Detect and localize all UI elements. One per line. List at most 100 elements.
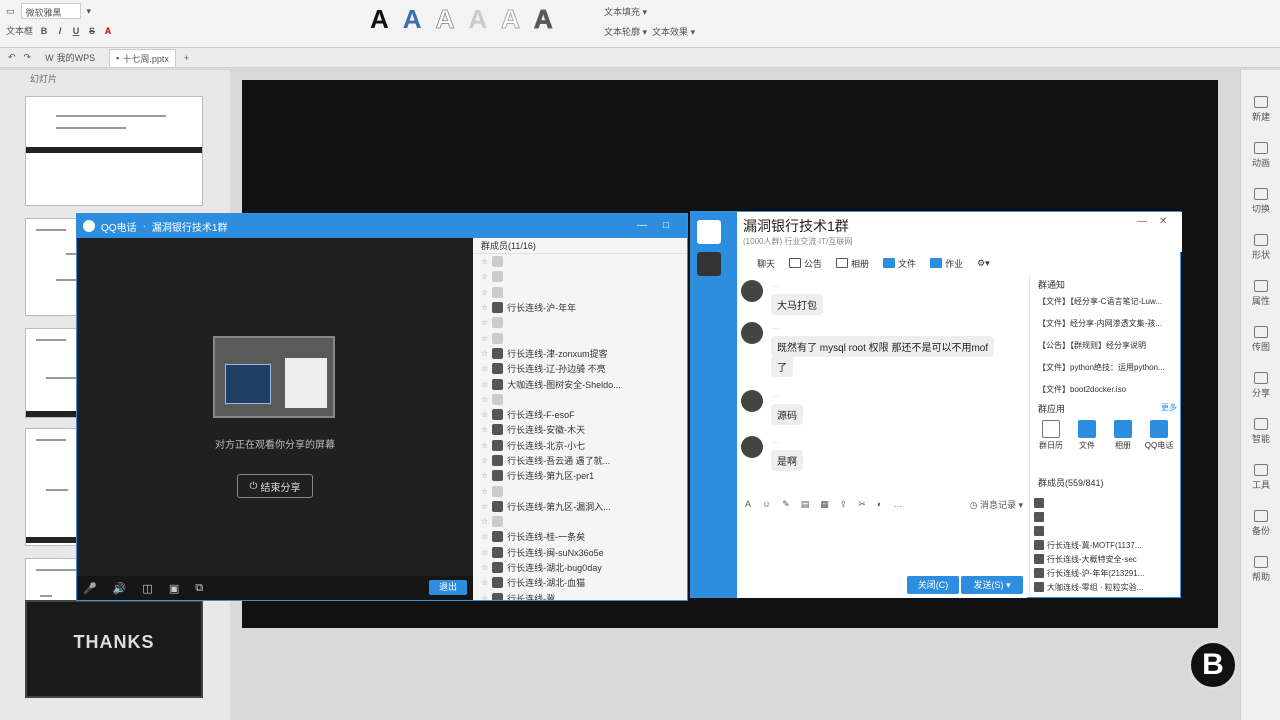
image-icon[interactable]: ▦ xyxy=(820,499,829,510)
star-icon[interactable]: ☆ xyxy=(481,395,488,404)
rail-item[interactable]: 分享 xyxy=(1245,372,1277,399)
member-row[interactable]: ☆ 行长连线-津-zonxum提客 xyxy=(473,346,687,361)
avatar[interactable] xyxy=(741,280,763,302)
member-row[interactable]: ☆ 行长连线-第九区-漏洞入... xyxy=(473,499,687,514)
tab-homework[interactable]: 作业 xyxy=(930,257,963,270)
notice-item[interactable]: 【文件】boot2docker.iso xyxy=(1038,384,1178,395)
rail-item[interactable]: 切换 xyxy=(1245,188,1277,215)
thumbnail-panel-tab[interactable]: 幻灯片 xyxy=(30,72,57,85)
member-row[interactable]: ☆ 行长连线-第九区-per1 xyxy=(473,468,687,483)
close-chat-button[interactable]: 关闭(C) xyxy=(907,576,959,594)
exit-call-button[interactable]: 退出 xyxy=(429,580,467,595)
member-row[interactable]: ☆ 行长连线-闽-suNx36o5e xyxy=(473,545,687,560)
rail-item[interactable]: 智能 xyxy=(1245,418,1277,445)
star-icon[interactable]: ☆ xyxy=(481,563,488,572)
tab-album[interactable]: 相册 xyxy=(836,257,869,270)
member-row[interactable]: ☆ 行长连线-安徽-木天 xyxy=(473,422,687,437)
new-tab-button[interactable]: + xyxy=(184,53,189,63)
star-icon[interactable]: ☆ xyxy=(481,471,488,480)
rail-item[interactable]: 新建 xyxy=(1245,96,1277,123)
wordart-style-2[interactable]: A xyxy=(403,4,422,34)
member-row[interactable]: ☆ xyxy=(473,392,687,407)
screen-share-icon[interactable]: ▣ xyxy=(169,582,179,595)
avatar[interactable] xyxy=(741,436,763,458)
screenshot-icon[interactable]: ✂ xyxy=(858,499,866,510)
wordart-style-3[interactable]: A xyxy=(435,4,455,35)
star-icon[interactable]: ☆ xyxy=(481,517,488,526)
maximize-icon[interactable]: □ xyxy=(663,220,669,231)
member-row[interactable]: ☆ 行长连线-辽-孙边骑 不亮 xyxy=(473,361,687,376)
tab-announcement[interactable]: 公告 xyxy=(789,257,822,270)
member-row[interactable]: ☆ xyxy=(473,254,687,269)
member-row[interactable]: ☆ xyxy=(473,514,687,529)
star-icon[interactable]: ☆ xyxy=(481,334,488,343)
chevron-down-icon[interactable]: ▾ xyxy=(87,6,92,17)
member-row[interactable]: ☆ 行长连线-北京-小七 xyxy=(473,438,687,453)
star-icon[interactable]: ☆ xyxy=(481,456,488,465)
star-icon[interactable]: ☆ xyxy=(481,548,488,557)
speaker-icon[interactable]: 🔊 xyxy=(113,582,127,595)
group-member-row[interactable]: 大咖连线-零组 · 粒粒实验... xyxy=(1034,580,1178,594)
bold-button[interactable]: B xyxy=(39,26,49,36)
redo-icon[interactable]: ↷ xyxy=(24,52,32,63)
rail-item[interactable]: 属性 xyxy=(1245,280,1277,307)
app-album[interactable]: 相册 xyxy=(1106,420,1140,451)
star-icon[interactable]: ☆ xyxy=(481,502,488,511)
star-icon[interactable]: ☆ xyxy=(481,303,488,312)
settings-gear-icon[interactable]: ⚙▾ xyxy=(977,258,990,269)
text-box-button[interactable]: 文本框 xyxy=(6,24,33,37)
slide-thumbnail-thanks[interactable]: THANKS xyxy=(25,600,203,698)
member-row[interactable]: ☆ 行长连线-冀 xyxy=(473,591,687,600)
avatar[interactable] xyxy=(741,390,763,412)
more-icon[interactable]: ⧉ xyxy=(195,582,203,595)
star-icon[interactable]: ☆ xyxy=(481,364,488,373)
notice-item[interactable]: 【公告】【群规则】经分享说明 xyxy=(1038,340,1178,351)
member-row[interactable]: ☆ 大咖连线-图树安全-Sheldo... xyxy=(473,376,687,391)
notice-item[interactable]: 【文件】python绝技：运用python... xyxy=(1038,362,1178,373)
star-icon[interactable]: ☆ xyxy=(481,425,488,434)
conversation-avatar[interactable] xyxy=(697,252,721,276)
voice-icon[interactable]: ◐ xyxy=(877,499,882,509)
star-icon[interactable]: ☆ xyxy=(481,349,488,358)
video-icon[interactable]: ◫ xyxy=(142,582,152,595)
rail-item[interactable]: 动画 xyxy=(1245,142,1277,169)
group-member-row[interactable]: 行长连线-沪-年年(213291... xyxy=(1034,566,1178,580)
star-icon[interactable]: ☆ xyxy=(481,594,488,600)
star-icon[interactable]: ☆ xyxy=(481,578,488,587)
underline-button[interactable]: U xyxy=(71,26,81,36)
font-icon[interactable]: A xyxy=(745,499,751,509)
notice-item[interactable]: 【文件】经分享-内网渗透文集-孩... xyxy=(1038,318,1178,329)
wordart-style-6[interactable]: A xyxy=(533,4,553,35)
member-row[interactable]: ☆ 行长连线-F-esoF xyxy=(473,407,687,422)
tab-chat[interactable]: 聊天 xyxy=(757,257,775,270)
wordart-style-5[interactable]: A xyxy=(501,4,521,35)
strikethrough-button[interactable]: S xyxy=(87,26,97,36)
wordart-style-4[interactable]: A xyxy=(468,4,487,34)
wordart-style-1[interactable]: A xyxy=(370,4,389,34)
star-icon[interactable]: ☆ xyxy=(481,288,488,297)
gif-icon[interactable]: ▤ xyxy=(801,499,810,510)
member-row[interactable]: ☆ 行长连线-吾云通 遇了就... xyxy=(473,453,687,468)
tab-my-wps[interactable]: W 我的WPS xyxy=(39,49,101,66)
star-icon[interactable]: ☆ xyxy=(481,257,488,266)
italic-button[interactable]: I xyxy=(55,26,65,36)
star-icon[interactable]: ☆ xyxy=(481,532,488,541)
message-history-button[interactable]: ◷ 消息记录 ▾ xyxy=(970,498,1023,511)
tab-document[interactable]: ▪ 十七周.pptx xyxy=(109,48,176,67)
font-name-select[interactable]: 微软雅黑 xyxy=(20,3,81,19)
text-effect-button[interactable]: 文本效果 xyxy=(652,27,688,37)
member-row[interactable]: ☆ 行长连线-湖北-bug0day xyxy=(473,560,687,575)
slide-thumbnail-1[interactable] xyxy=(25,96,203,206)
rail-item[interactable]: 备份 xyxy=(1245,510,1277,537)
close-icon[interactable]: ✕ xyxy=(1159,216,1167,227)
rail-item[interactable]: 形状 xyxy=(1245,234,1277,261)
magic-icon[interactable]: ✎ xyxy=(782,499,790,510)
text-outline-button[interactable]: 文本轮廓 xyxy=(604,27,640,37)
message-input-area[interactable]: 关闭(C) 发送(S) ▾ xyxy=(737,514,1027,598)
star-icon[interactable]: ☆ xyxy=(481,272,488,281)
minimize-icon[interactable]: — xyxy=(637,220,647,231)
group-member-row[interactable]: 行长连线-冀-MOTF(1137... xyxy=(1034,538,1178,552)
minimize-icon[interactable]: — xyxy=(1137,216,1147,227)
star-icon[interactable]: ☆ xyxy=(481,487,488,496)
star-icon[interactable]: ☆ xyxy=(481,318,488,327)
